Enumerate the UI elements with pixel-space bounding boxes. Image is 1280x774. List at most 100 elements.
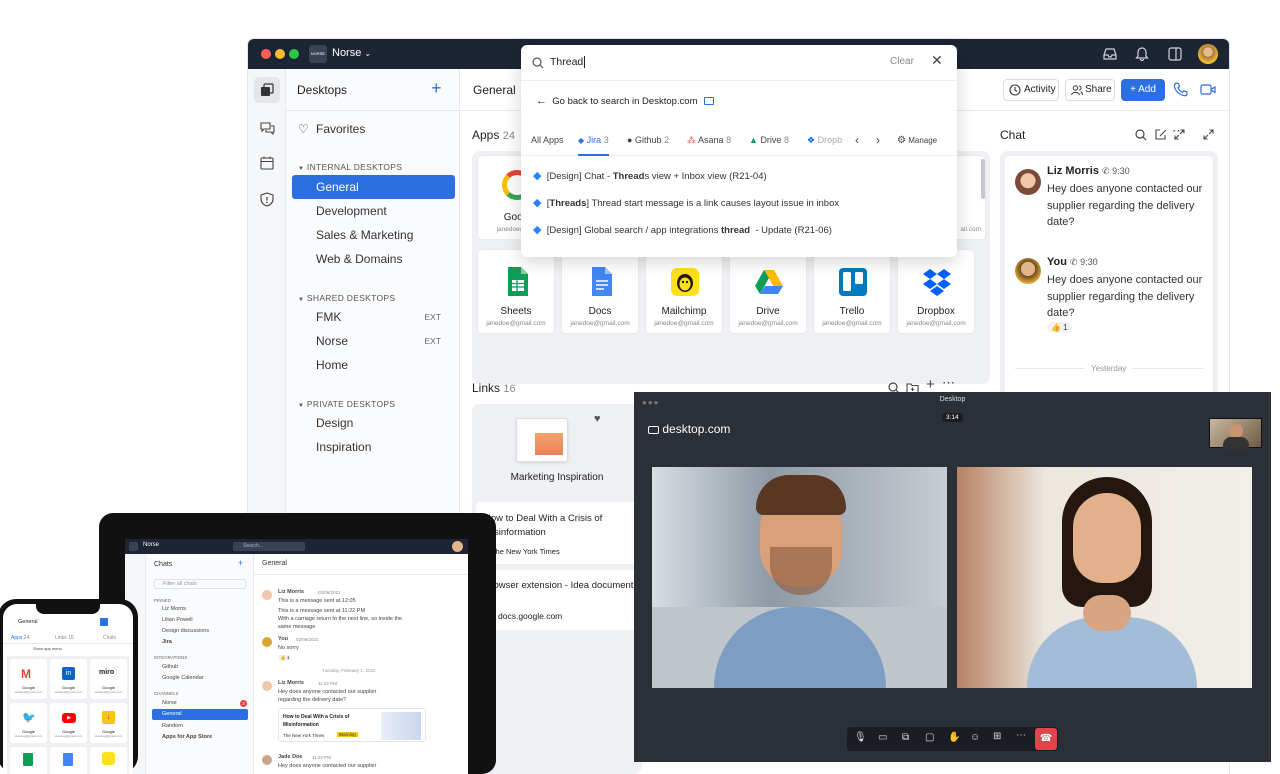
link-preview-card[interactable]: How to Deal With a Crisis of Misinformat… (278, 708, 426, 742)
security-rail-button[interactable] (254, 186, 280, 212)
app-tile-dropbox[interactable]: Dropbox janedoe@gmail.com (897, 249, 975, 334)
desktop-selector[interactable]: General ⌄ (473, 83, 527, 97)
favorites-item[interactable]: ♡ Favorites (292, 117, 455, 141)
tab-chats[interactable]: Chats (103, 635, 116, 641)
more-options-icon[interactable]: ⋯ (1172, 123, 1185, 139)
app-tile[interactable]: 🐦 Google janedoe@gmail.com (10, 703, 47, 743)
app-tile-mailchimp[interactable]: Mailchimp janedoe@gmail.com (645, 249, 723, 334)
show-app-menu-toggle[interactable]: Show app menu (33, 646, 62, 651)
workspace-switcher[interactable]: Norse ⌄ (332, 47, 371, 59)
channel-item[interactable]: Norse (162, 700, 177, 706)
sidebar-item-home[interactable]: Home (292, 353, 455, 377)
chat-item[interactable]: Design discussions (162, 628, 209, 634)
close-icon[interactable]: ✕ (931, 52, 943, 69)
search-input[interactable]: Thread (550, 56, 586, 68)
user-avatar[interactable] (1198, 44, 1218, 64)
chat-item[interactable]: Lilian Powell (162, 617, 193, 623)
sidebar-item-development[interactable]: Development (292, 199, 455, 223)
app-tile[interactable] (90, 747, 127, 774)
desktops-rail-button[interactable] (254, 77, 280, 103)
sidebar-item-web-domains[interactable]: Web & Domains (292, 247, 455, 271)
app-tile[interactable]: M Google janedoe@gmail.com (10, 659, 47, 699)
workspace-name[interactable]: Norse (143, 542, 159, 548)
app-tile[interactable]: miro Google janedoe@gmail.com (90, 659, 127, 699)
app-tile[interactable]: ↓ Google janedoe@gmail.com (90, 703, 127, 743)
inbox-icon[interactable] (1103, 47, 1117, 61)
tab-github[interactable]: ● Github 2 (627, 135, 669, 145)
expand-icon[interactable] (1203, 129, 1214, 140)
search-input[interactable]: Search... (233, 542, 305, 551)
add-link-button[interactable]: + (926, 376, 935, 393)
search-result[interactable]: ◆ [Design] Chat - Threads view + Inbox v… (533, 165, 767, 187)
scroll-right-icon[interactable]: › (876, 133, 880, 147)
sidebar-item-general[interactable]: General (292, 175, 455, 199)
microphone-icon[interactable]: 🎙 (854, 732, 867, 743)
channel-item-active[interactable]: General (152, 709, 248, 720)
workspace-selector[interactable]: General (18, 619, 38, 625)
grid-view-icon[interactable]: ⊞ (993, 731, 1001, 742)
scrollbar[interactable] (981, 159, 985, 199)
reaction-badge[interactable]: 👍 1 (1047, 322, 1072, 333)
search-result[interactable]: ◆ [Threads] Thread start message is a li… (533, 192, 839, 214)
sidebar-item-design[interactable]: Design (292, 411, 455, 435)
search-icon[interactable] (1135, 129, 1147, 141)
chat-item[interactable]: Github (162, 664, 178, 670)
video-call-icon[interactable] (1200, 83, 1216, 96)
link-card-nyt[interactable]: How to Deal With a Crisis of Misinformat… (476, 502, 638, 564)
sidebar-item-fmk[interactable]: FMK EXT (292, 305, 455, 329)
raise-hand-icon[interactable]: ✋ (948, 732, 960, 743)
chat-item[interactable]: Jira (162, 639, 172, 645)
chat-title[interactable]: General (262, 560, 287, 567)
filter-input[interactable]: Filter all chats (154, 579, 246, 589)
self-view-thumbnail[interactable] (1209, 418, 1262, 449)
screen-share-icon[interactable]: ⧉ (902, 732, 909, 743)
section-header-internal[interactable]: ▼ INTERNAL DESKTOPS (298, 162, 402, 172)
sidebar-toggle-icon[interactable] (1168, 47, 1182, 61)
add-button[interactable]: + Add (1121, 79, 1165, 101)
maximize-window-button[interactable] (289, 49, 299, 59)
app-tile-trello[interactable]: Trello janedoe@gmail.com (813, 249, 891, 334)
tab-drive[interactable]: ▲ Drive 8 (749, 135, 789, 145)
app-tile[interactable] (50, 747, 87, 774)
reaction-badge[interactable]: 👍 1 (278, 655, 292, 661)
user-avatar[interactable] (452, 541, 463, 552)
app-tile-docs[interactable]: Docs janedoe@gmail.com (561, 249, 639, 334)
sidebar-item-sales-marketing[interactable]: Sales & Marketing (292, 223, 455, 247)
tab-apps[interactable]: Apps 24 (11, 635, 29, 641)
app-tile-drive[interactable]: Drive janedoe@gmail.com (729, 249, 807, 334)
tab-all-apps[interactable]: All Apps (531, 135, 564, 145)
tab-asana[interactable]: ⁂ Asana 8 (687, 135, 731, 146)
new-chat-icon[interactable] (1154, 128, 1167, 141)
sidebar-item-norse[interactable]: Norse EXT (292, 329, 455, 353)
chat-item[interactable]: Google Calendar (162, 675, 204, 681)
clear-search-button[interactable]: Clear (890, 56, 914, 67)
chat-item[interactable]: Liz Morris (162, 606, 186, 612)
app-tile[interactable]: in Google janedoe@gmail.com (50, 659, 87, 699)
back-to-search-link[interactable]: ← Go back to search in Desktop.com (536, 95, 715, 107)
channel-item[interactable]: Random (162, 723, 183, 729)
search-result[interactable]: ◆ [Design] Global search / app integrati… (533, 219, 832, 241)
phone-call-icon[interactable] (1173, 82, 1188, 97)
bell-icon[interactable] (1135, 46, 1149, 61)
participants-icon[interactable]: ☺ (970, 732, 980, 743)
tab-links[interactable]: Links 16 (55, 635, 74, 641)
close-window-button[interactable] (261, 49, 271, 59)
more-options-icon[interactable]: ⋯ (1016, 730, 1026, 741)
chat-icon[interactable]: ▢ (925, 732, 934, 743)
more-options-icon[interactable]: ⋯ (942, 375, 955, 391)
section-header-shared[interactable]: ▼ SHARED DESKTOPS (298, 293, 395, 303)
app-tile[interactable]: ▶ Google janedoe@gmail.com (50, 703, 87, 743)
channel-item[interactable]: Apps for App Store (162, 734, 212, 740)
minimize-window-button[interactable] (275, 49, 285, 59)
tab-jira[interactable]: ◆ Jira 3 (578, 135, 609, 156)
app-tile[interactable] (10, 747, 47, 774)
new-chat-button[interactable]: + (238, 558, 243, 568)
manage-button[interactable]: ⚙ Manage (897, 135, 937, 146)
heart-icon[interactable]: ♥ (594, 413, 601, 425)
activity-button[interactable]: Activity (1003, 79, 1059, 101)
share-button[interactable]: Share (1065, 79, 1115, 101)
add-desktop-button[interactable]: + (431, 78, 442, 99)
scroll-left-icon[interactable]: ‹ (855, 133, 859, 147)
participant-video-1[interactable] (652, 467, 947, 688)
sidebar-item-inspiration[interactable]: Inspiration (292, 435, 455, 459)
